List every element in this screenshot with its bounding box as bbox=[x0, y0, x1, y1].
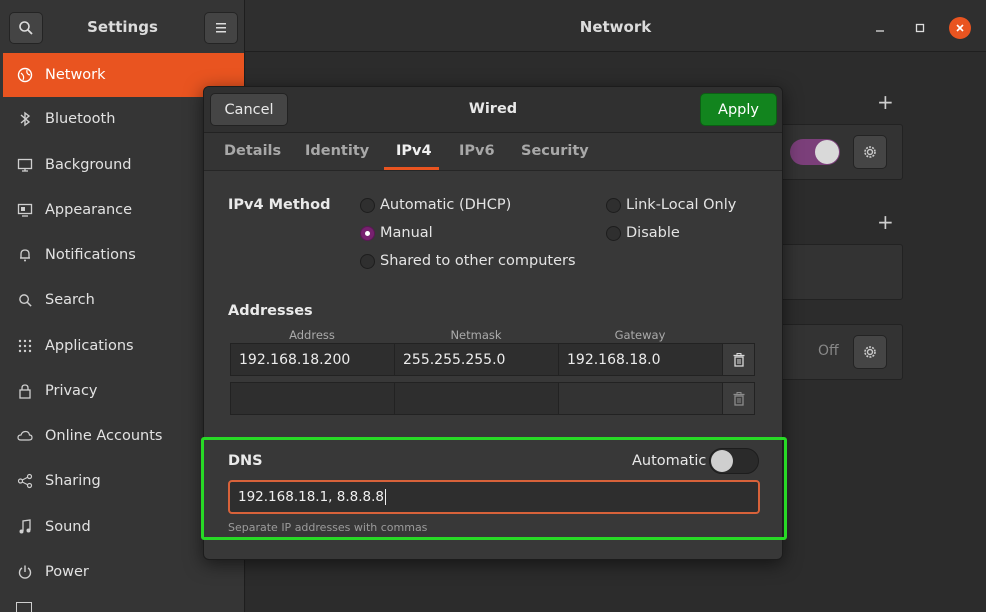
background-icon bbox=[16, 156, 34, 174]
radio-label: Disable bbox=[626, 225, 680, 241]
radio-label: Link-Local Only bbox=[626, 197, 737, 213]
radio-label: Shared to other computers bbox=[380, 253, 576, 269]
proxy-status: Off bbox=[818, 343, 839, 359]
radio-dot-selected bbox=[360, 225, 375, 241]
addresses-label: Addresses bbox=[228, 303, 313, 319]
radio-dot bbox=[360, 253, 375, 269]
address-input-empty[interactable] bbox=[230, 382, 395, 415]
proxy-settings-button[interactable] bbox=[853, 335, 887, 369]
search-button[interactable] bbox=[9, 12, 43, 44]
menu-button[interactable] bbox=[204, 12, 238, 44]
wired-dialog: Cancel Wired Apply Details Identity IPv4… bbox=[201, 86, 787, 560]
text-caret bbox=[385, 489, 386, 505]
column-header-netmask: Netmask bbox=[450, 328, 502, 342]
wired-toggle[interactable] bbox=[790, 139, 840, 165]
radio-label: Automatic (DHCP) bbox=[380, 197, 512, 213]
sidebar-item-label: Network bbox=[45, 67, 106, 83]
dns-label: DNS bbox=[228, 453, 263, 469]
tab-ipv6[interactable]: IPv6 bbox=[459, 143, 495, 159]
lock-icon bbox=[16, 382, 34, 400]
close-button[interactable] bbox=[949, 17, 971, 39]
radio-disable[interactable]: Disable bbox=[606, 225, 680, 241]
appearance-icon bbox=[16, 201, 34, 219]
close-icon bbox=[956, 24, 964, 32]
settings-title: Settings bbox=[87, 18, 158, 36]
sidebar-item-label: Sharing bbox=[45, 473, 101, 489]
power-icon bbox=[16, 563, 34, 581]
radio-shared[interactable]: Shared to other computers bbox=[360, 253, 576, 269]
delete-row-button[interactable] bbox=[722, 343, 755, 376]
grid-icon bbox=[16, 337, 34, 355]
sidebar-item-label: Sound bbox=[45, 519, 91, 535]
gear-icon bbox=[864, 146, 876, 158]
sidebar-item-label: Applications bbox=[45, 338, 134, 354]
dns-hint: Separate IP addresses with commas bbox=[228, 521, 428, 534]
search-icon bbox=[16, 291, 34, 309]
search-icon bbox=[19, 21, 33, 35]
column-header-address: Address bbox=[289, 328, 335, 342]
minimize-icon bbox=[876, 30, 884, 32]
sidebar-item-label: Privacy bbox=[45, 383, 98, 399]
trash-icon bbox=[733, 352, 744, 367]
bluetooth-icon bbox=[16, 110, 34, 128]
ipv4-method-label: IPv4 Method bbox=[228, 197, 331, 213]
radio-dot bbox=[606, 225, 621, 241]
add-vpn-icon[interactable]: + bbox=[877, 90, 894, 114]
netmask-input-empty[interactable] bbox=[394, 382, 559, 415]
radio-dot bbox=[606, 197, 621, 213]
address-input[interactable]: 192.168.18.200 bbox=[230, 343, 395, 376]
dns-input-value: 192.168.18.1, 8.8.8.8 bbox=[238, 489, 384, 505]
column-header-gateway: Gateway bbox=[614, 328, 666, 342]
dns-automatic-label: Automatic bbox=[632, 453, 707, 469]
toggle-knob bbox=[815, 140, 839, 164]
wired-settings-button[interactable] bbox=[853, 135, 887, 169]
sidebar-item-label: Appearance bbox=[45, 202, 133, 218]
active-tab-indicator bbox=[384, 167, 439, 170]
dns-automatic-toggle[interactable] bbox=[709, 448, 759, 474]
sidebar-item-label: Background bbox=[45, 157, 132, 173]
radio-link-local[interactable]: Link-Local Only bbox=[606, 197, 736, 213]
header-bar: Settings Network bbox=[0, 0, 986, 52]
sidebar-item-label: Online Accounts bbox=[45, 428, 163, 444]
dialog-header: Cancel Wired Apply bbox=[204, 87, 782, 133]
tab-security[interactable]: Security bbox=[521, 143, 589, 159]
dialog-title: Wired bbox=[468, 101, 518, 117]
next-item-icon bbox=[16, 602, 32, 612]
gear-icon bbox=[864, 346, 876, 358]
apply-button[interactable]: Apply bbox=[700, 93, 777, 126]
music-note-icon bbox=[16, 518, 34, 536]
sidebar-item-label: Power bbox=[45, 564, 89, 580]
tab-identity[interactable]: Identity bbox=[305, 143, 369, 159]
add-connection-icon[interactable]: + bbox=[877, 210, 894, 234]
toggle-knob bbox=[711, 450, 733, 472]
dns-input[interactable]: 192.168.18.1, 8.8.8.8 bbox=[228, 480, 760, 514]
radio-dhcp[interactable]: Automatic (DHCP) bbox=[360, 197, 511, 213]
cloud-icon bbox=[16, 427, 34, 445]
gateway-input-empty[interactable] bbox=[558, 382, 723, 415]
network-icon bbox=[16, 66, 34, 84]
tab-details[interactable]: Details bbox=[224, 143, 281, 159]
radio-label: Manual bbox=[380, 225, 433, 241]
delete-row-button-disabled[interactable] bbox=[722, 382, 755, 415]
trash-icon bbox=[733, 391, 744, 406]
share-icon bbox=[16, 472, 34, 490]
radio-manual[interactable]: Manual bbox=[360, 225, 433, 241]
sidebar-item-label: Notifications bbox=[45, 247, 136, 263]
maximize-icon bbox=[915, 23, 925, 33]
minimize-button[interactable] bbox=[870, 18, 890, 38]
radio-dot bbox=[360, 197, 375, 213]
sidebar-header: Settings bbox=[0, 0, 245, 52]
gateway-input[interactable]: 192.168.18.0 bbox=[558, 343, 723, 376]
sidebar-item-label: Bluetooth bbox=[45, 111, 116, 127]
hamburger-icon bbox=[216, 23, 226, 33]
dialog-tabs: Details Identity IPv4 IPv6 Security bbox=[204, 133, 782, 171]
tab-ipv4[interactable]: IPv4 bbox=[396, 143, 432, 159]
netmask-input[interactable]: 255.255.255.0 bbox=[394, 343, 559, 376]
bell-icon bbox=[16, 246, 34, 264]
maximize-button[interactable] bbox=[910, 18, 930, 38]
sidebar-item-label: Search bbox=[45, 292, 95, 308]
